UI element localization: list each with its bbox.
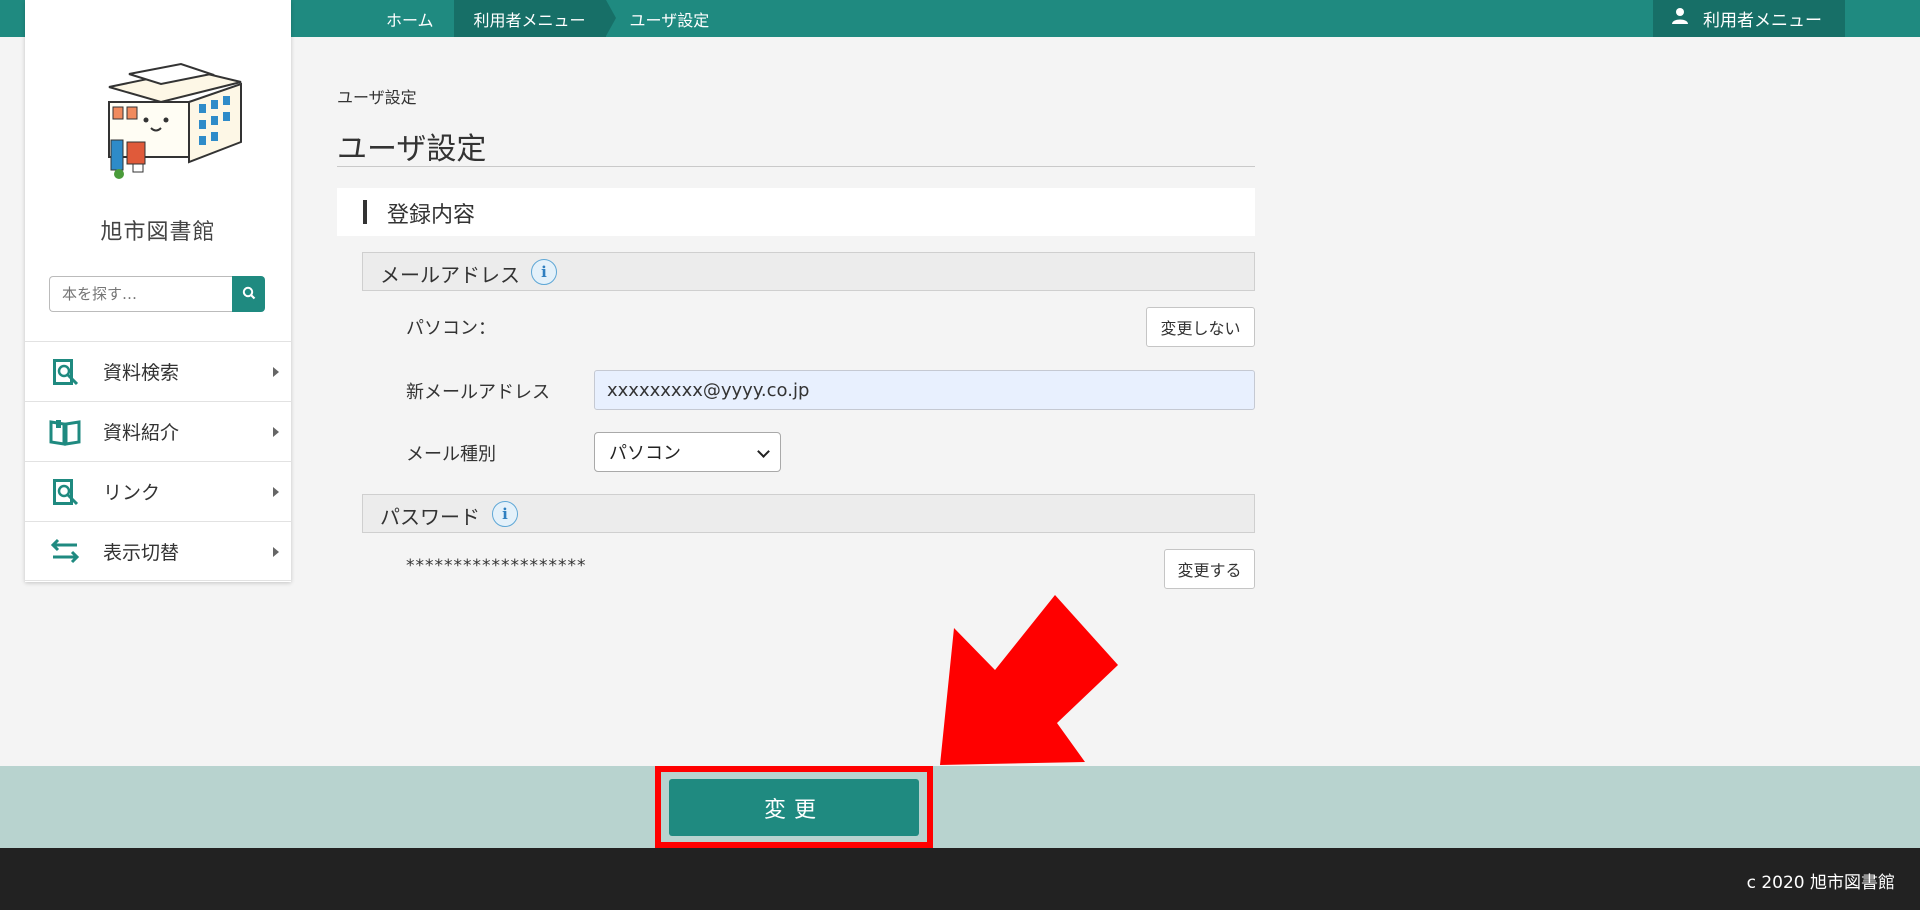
email-subheader-label: メールアドレス	[380, 263, 520, 287]
user-menu-button[interactable]: 利用者メニュー	[1653, 0, 1845, 37]
action-bar	[0, 766, 1920, 848]
sidebar-item-display-toggle[interactable]: 表示切替	[25, 521, 291, 581]
breadcrumb-home[interactable]: ホーム	[366, 0, 454, 37]
annotation-arrow-icon	[940, 590, 1130, 765]
search-input[interactable]	[49, 276, 232, 312]
sidebar-item-links[interactable]: リンク	[25, 461, 291, 521]
open-book-icon	[49, 416, 81, 448]
masked-password: *******************	[406, 556, 587, 576]
title-divider	[337, 166, 1255, 167]
sidebar-item-material-intro[interactable]: 資料紹介	[25, 401, 291, 461]
caret-right-icon	[273, 547, 279, 557]
copyright: c 2020 旭市図書館	[1746, 873, 1895, 893]
sidebar-nav: 資料検索 資料紹介 リンク 表示切替	[25, 341, 291, 581]
sidebar-item-material-search[interactable]: 資料検索	[25, 341, 291, 401]
caret-right-icon	[273, 487, 279, 497]
swap-arrows-icon	[49, 535, 81, 567]
search-icon	[242, 285, 256, 304]
link-search-icon	[49, 476, 81, 508]
library-name: 旭市図書館	[100, 220, 216, 245]
sidebar-item-label: 表示切替	[103, 541, 180, 564]
page-subtitle: ユーザ設定	[337, 88, 417, 107]
new-email-value: xxxxxxxxx@yyyy.co.jp	[607, 379, 810, 401]
mail-type-label: メール種別	[406, 444, 496, 465]
book-search-icon	[49, 356, 81, 388]
submit-change-button[interactable]: 変更	[669, 779, 919, 836]
password-subheader-label: パスワード	[380, 505, 480, 529]
section-title: 登録内容	[387, 203, 476, 228]
no-change-button[interactable]: 変更しない	[1146, 307, 1255, 347]
mail-type-value: パソコン	[609, 443, 681, 464]
password-subheader: パスワード i	[362, 494, 1255, 533]
sidebar-item-label: リンク	[103, 482, 161, 504]
section-marker	[363, 200, 367, 224]
new-email-label: 新メールアドレス	[406, 382, 550, 403]
user-menu-label: 利用者メニュー	[1703, 11, 1822, 31]
breadcrumb: ホーム 利用者メニュー ユーザ設定	[366, 0, 729, 37]
search-button[interactable]	[232, 276, 265, 312]
info-icon[interactable]: i	[492, 501, 518, 527]
pc-email-label: パソコン：	[406, 318, 496, 339]
email-subheader: メールアドレス i	[362, 252, 1255, 291]
breadcrumb-current: ユーザ設定	[629, 10, 710, 30]
caret-right-icon	[273, 427, 279, 437]
info-icon[interactable]: i	[531, 259, 557, 285]
section-header: 登録内容	[337, 188, 1255, 236]
caret-right-icon	[273, 367, 279, 377]
chevron-down-icon	[757, 445, 770, 458]
breadcrumb-user-menu[interactable]: 利用者メニュー	[453, 0, 616, 37]
footer: c 2020 旭市図書館	[0, 848, 1920, 910]
sidebar-search	[49, 276, 265, 312]
sidebar-item-label: 資料検索	[103, 362, 180, 384]
sidebar-item-label: 資料紹介	[103, 422, 180, 444]
page-title: ユーザ設定	[337, 132, 487, 167]
library-logo[interactable]	[81, 52, 261, 187]
change-password-button[interactable]: 変更する	[1164, 549, 1255, 589]
user-icon	[1671, 7, 1689, 30]
sidebar: 旭市図書館 資料検索 資料紹介 リンク	[25, 0, 291, 582]
new-email-field[interactable]: xxxxxxxxx@yyyy.co.jp	[594, 370, 1255, 410]
mail-type-select[interactable]: パソコン	[594, 432, 781, 472]
